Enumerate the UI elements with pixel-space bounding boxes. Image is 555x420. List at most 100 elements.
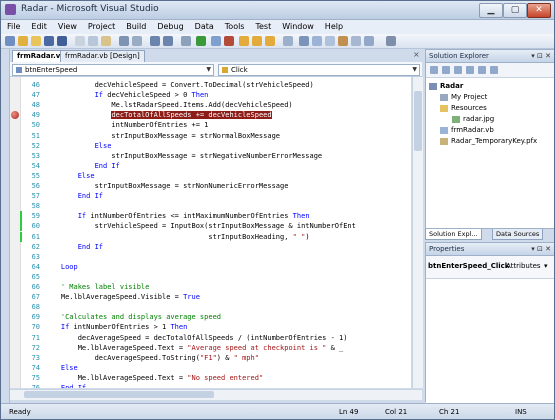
start-page-icon[interactable] [351, 36, 361, 46]
menu-file[interactable]: File [1, 20, 25, 33]
menu-edit[interactable]: Edit [25, 20, 52, 33]
tab-frmradar-design[interactable]: frmRadar.vb [Design] [60, 50, 145, 62]
command-window-icon[interactable] [364, 36, 374, 46]
more-tools-icon[interactable] [386, 36, 396, 46]
code-line[interactable]: 70 If intNumberOfEntries > 1 Then [20, 322, 411, 332]
code-line[interactable]: 71 decAverageSpeed = decTotalOfAllSpeeds… [20, 333, 411, 343]
code-line[interactable]: 57 End If [20, 191, 411, 201]
step-into-icon[interactable] [239, 36, 249, 46]
menu-test[interactable]: Test [249, 20, 276, 33]
menu-tools[interactable]: Tools [219, 20, 250, 33]
tab-data-sources[interactable]: Data Sources [492, 229, 544, 240]
view-code-icon[interactable] [466, 66, 474, 74]
panel-window-controls[interactable]: ▾ ⊡ ✕ [531, 50, 551, 62]
code-line[interactable]: 68 [20, 302, 411, 312]
new-project-icon[interactable] [5, 36, 15, 46]
solution-explorer-icon[interactable] [299, 36, 309, 46]
tree-node-frmradar[interactable]: frmRadar.vb [440, 125, 494, 135]
code-line[interactable]: 51 strInputBoxMessage = strNormalBoxMess… [20, 131, 411, 141]
properties-object-name[interactable]: btnEnterSpeed_Click [428, 262, 509, 270]
code-line[interactable]: 48 Me.lstRadarSpeed.Items.Add(decVehicle… [20, 100, 411, 110]
menu-data[interactable]: Data [189, 20, 219, 33]
event-dropdown[interactable]: Click ▼ [218, 64, 420, 76]
code-line[interactable]: 55 Else [20, 171, 411, 181]
menu-help[interactable]: Help [319, 20, 348, 33]
tree-node-my-project[interactable]: My Project [440, 92, 487, 102]
start-debugging-icon[interactable] [196, 36, 206, 46]
code-line[interactable]: 53 strInputBoxMessage = strNegativeNumbe… [20, 151, 411, 161]
menu-view[interactable]: View [52, 20, 82, 33]
show-all-files-icon[interactable] [442, 66, 450, 74]
minimize-button[interactable]: ▁ [479, 3, 503, 18]
toolbox-dock-strip[interactable] [1, 49, 10, 404]
properties-grid[interactable] [426, 279, 554, 419]
cut-icon[interactable] [75, 36, 85, 46]
step-over-icon[interactable] [252, 36, 262, 46]
find-in-files-icon[interactable] [283, 36, 293, 46]
object-dropdown[interactable]: btnEnterSpeed ▼ [12, 64, 214, 76]
code-line[interactable]: 64 Loop [20, 262, 411, 272]
code-line[interactable]: 46 decVehicleSpeed = Convert.ToDecimal(s… [20, 80, 411, 90]
redo-icon[interactable] [163, 36, 173, 46]
save-icon[interactable] [44, 36, 54, 46]
code-line[interactable]: 58 [20, 201, 411, 211]
paste-icon[interactable] [101, 36, 111, 46]
tree-node-temporary-key[interactable]: Radar_TemporaryKey.pfx [440, 136, 537, 146]
navigate-back-icon[interactable] [181, 36, 191, 46]
menu-project[interactable]: Project [82, 20, 120, 33]
tree-node-radar[interactable]: Radar [429, 81, 463, 91]
code-line[interactable]: 61 strInputBoxHeading, " ") [20, 232, 411, 242]
step-out-icon[interactable] [265, 36, 275, 46]
open-file-icon[interactable] [31, 36, 41, 46]
code-line[interactable]: 47 If decVehicleSpeed > 0 Then [20, 90, 411, 100]
code-line[interactable]: 74 Else [20, 363, 411, 373]
properties-window-icon[interactable] [312, 36, 322, 46]
toolbox-icon[interactable] [338, 36, 348, 46]
comment-icon[interactable] [132, 36, 142, 46]
code-line[interactable]: 73 decAverageSpeed.ToString("F1") & " mp… [20, 353, 411, 363]
menu-window[interactable]: Window [276, 20, 319, 33]
code-line[interactable]: 72 Me.lblAverageSpeed.Text = "Average sp… [20, 343, 411, 353]
refresh-icon[interactable] [454, 66, 462, 74]
code-line[interactable]: 52 Else [20, 141, 411, 151]
menu-build[interactable]: Build [120, 20, 151, 33]
break-all-icon[interactable] [211, 36, 221, 46]
vertical-scrollbar[interactable] [412, 77, 423, 388]
code-line[interactable]: 56 strInputBoxMessage = strNonNumericErr… [20, 181, 411, 191]
panel-window-controls[interactable]: ▾ ⊡ ✕ [531, 243, 551, 255]
horizontal-scrollbar[interactable] [10, 389, 422, 400]
code-line[interactable]: 65 [20, 272, 411, 282]
code-line[interactable]: 59 If intNumberOfEntries <= intMaximumNu… [20, 211, 411, 221]
properties-attributes-label[interactable]: Attributes [506, 262, 541, 270]
close-tab-icon[interactable]: × [413, 50, 420, 59]
horizontal-scroll-thumb[interactable] [24, 391, 214, 398]
menu-debug[interactable]: Debug [151, 20, 188, 33]
view-designer-icon[interactable] [478, 66, 486, 74]
chevron-down-icon[interactable]: ▾ [544, 262, 548, 270]
properties-icon[interactable] [430, 66, 438, 74]
code-line[interactable]: 67 Me.lblAverageSpeed.Visible = True [20, 292, 411, 302]
code-line[interactable]: 63 [20, 252, 411, 262]
maximize-button[interactable]: ▢ [503, 3, 527, 18]
save-all-icon[interactable] [57, 36, 67, 46]
code-line[interactable]: 49 decTotalOfAllSpeeds += decVehicleSpee… [20, 110, 411, 120]
code-line[interactable]: 69 'Calculates and displays average spee… [20, 312, 411, 322]
undo-icon[interactable] [150, 36, 160, 46]
code-line[interactable]: 76 End If [20, 383, 411, 388]
tree-node-resources[interactable]: Resources [440, 103, 487, 113]
object-browser-icon[interactable] [325, 36, 335, 46]
find-icon[interactable] [119, 36, 129, 46]
copy-icon[interactable] [88, 36, 98, 46]
class-diagram-icon[interactable] [490, 66, 498, 74]
code-line[interactable]: 60 strVehicleSpeed = InputBox(strInputBo… [20, 221, 411, 231]
tab-solution-explorer[interactable]: Solution Expl... [425, 229, 482, 240]
code-editor[interactable]: 46 decVehicleSpeed = Convert.ToDecimal(s… [10, 77, 411, 388]
code-line[interactable]: 54 End If [20, 161, 411, 171]
code-line[interactable]: 66 ' Makes label visible [20, 282, 411, 292]
close-button[interactable]: ✕ [527, 3, 551, 18]
tree-node-radar-jpg[interactable]: radar.jpg [452, 114, 494, 124]
code-line[interactable]: 75 Me.lblAverageSpeed.Text = "No speed e… [20, 373, 411, 383]
add-item-icon[interactable] [18, 36, 28, 46]
stop-debugging-icon[interactable] [224, 36, 234, 46]
code-line[interactable]: 62 End If [20, 242, 411, 252]
